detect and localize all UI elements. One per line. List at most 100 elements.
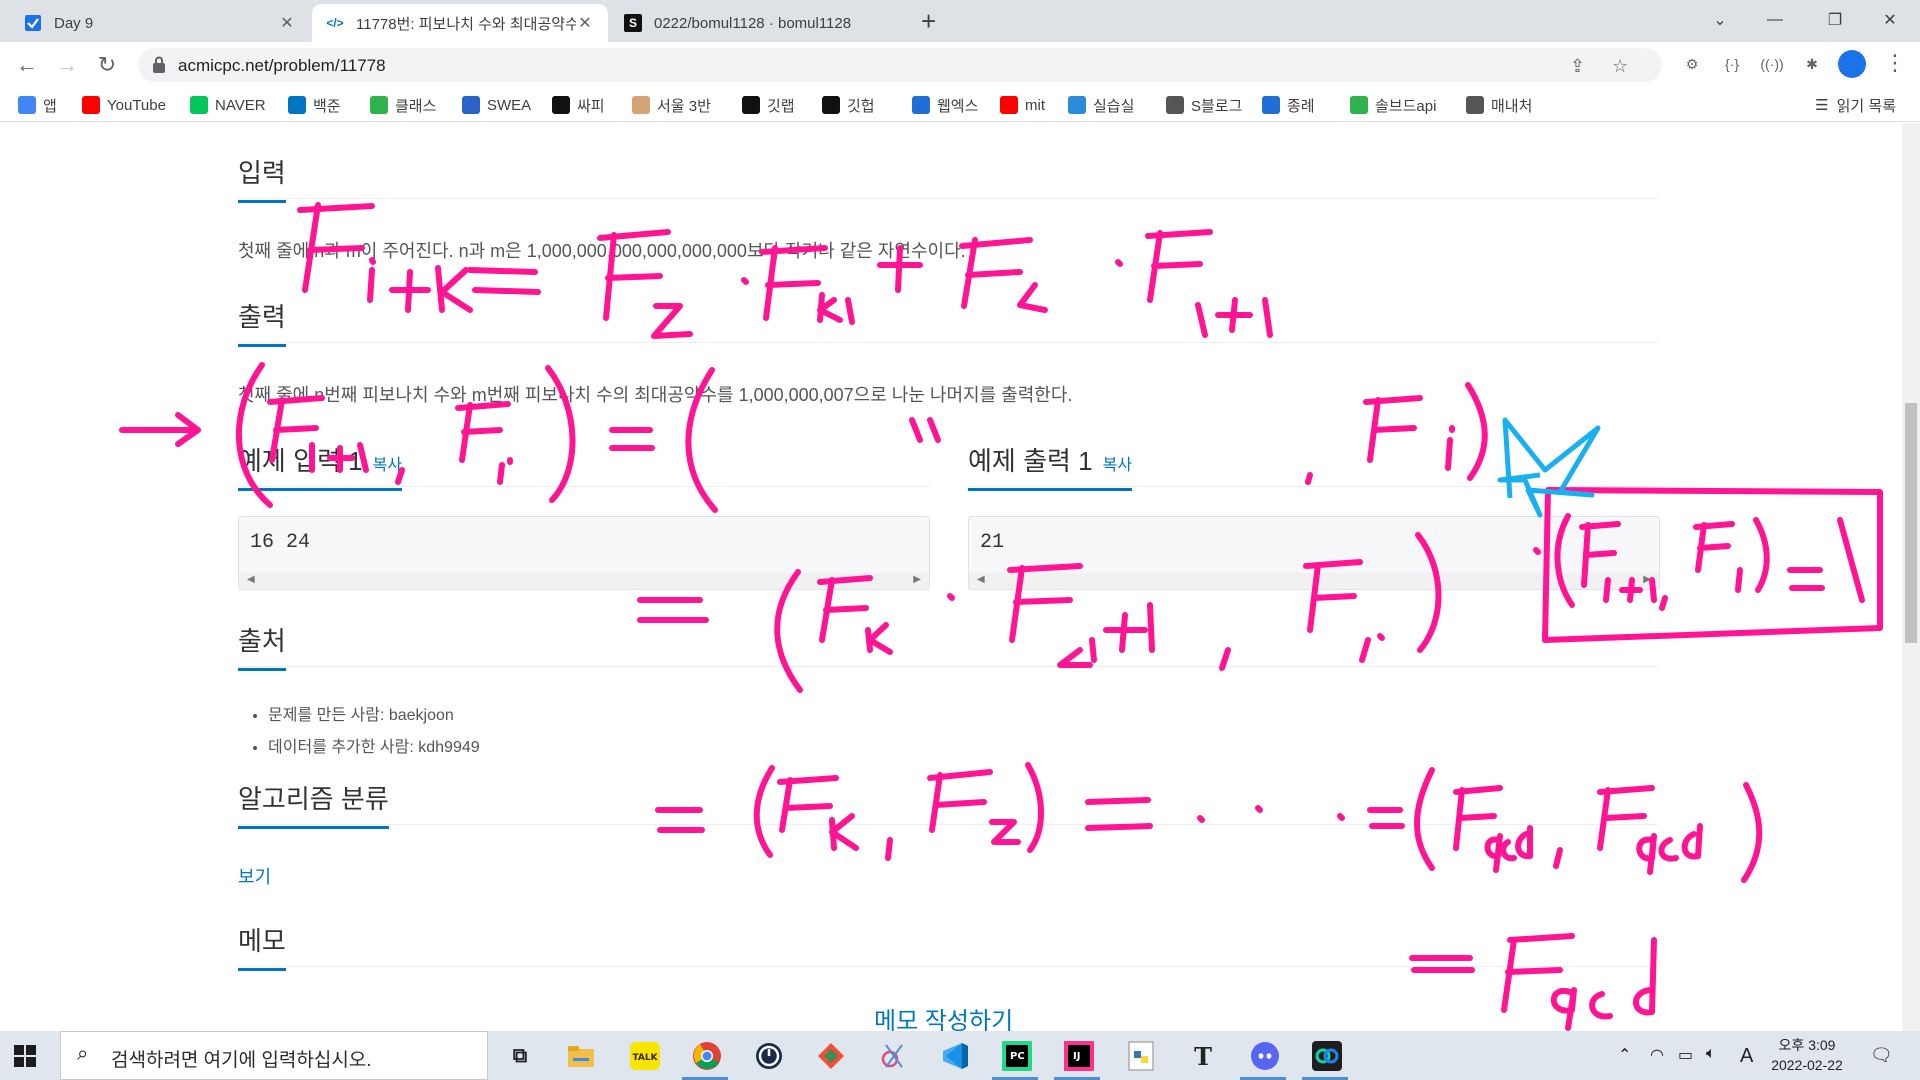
divider <box>968 486 1660 487</box>
typora-icon[interactable]: T <box>1186 1039 1220 1073</box>
bookmark-label: NAVER <box>215 96 266 114</box>
close-icon[interactable]: ✕ <box>278 13 296 33</box>
intellij-icon[interactable]: IJ <box>1062 1039 1096 1073</box>
bookmark-item[interactable]: 웹엑스 <box>912 94 978 116</box>
horizontal-scrollbar[interactable]: ◀ ▶ <box>969 573 1659 589</box>
bookmark-item[interactable]: 백준 <box>288 94 341 116</box>
chrome-icon[interactable] <box>690 1039 724 1073</box>
snipping-tool-icon[interactable] <box>876 1039 910 1073</box>
extension-braces-icon[interactable]: {·} <box>1720 52 1744 76</box>
gitlab-icon: S <box>624 14 642 32</box>
clock-app-icon[interactable] <box>752 1039 786 1073</box>
windows-start-icon[interactable] <box>14 1045 36 1067</box>
scroll-right-icon[interactable]: ▶ <box>1643 574 1651 585</box>
bookmark-item[interactable]: S블로그 <box>1166 94 1242 116</box>
ssafy-icon <box>552 96 570 114</box>
ime-indicator[interactable]: A <box>1740 1045 1753 1068</box>
bookmark-item[interactable]: 앱 <box>18 94 57 116</box>
baekjoon-icon: </> <box>326 16 344 30</box>
bookmark-item[interactable]: 깃랩 <box>742 94 795 116</box>
file-explorer-icon[interactable] <box>564 1039 598 1073</box>
bookmark-label: 솔브드api <box>1375 97 1437 115</box>
bookmark-item[interactable]: 종례 <box>1262 94 1315 116</box>
avatar[interactable] <box>1838 50 1866 78</box>
youtube-icon <box>1000 96 1018 114</box>
vertical-scrollbar[interactable] <box>1902 123 1920 1031</box>
copy-output-button[interactable]: 복사 <box>1103 451 1132 475</box>
scroll-left-icon[interactable]: ◀ <box>977 574 985 585</box>
bookmark-label: SWEA <box>487 96 532 114</box>
svg-text:TALK: TALK <box>632 1053 658 1063</box>
kakaotalk-icon[interactable]: TALK <box>628 1039 662 1073</box>
bookmark-item[interactable]: 솔브드api <box>1350 94 1436 116</box>
tab-search-icon[interactable]: ⌄ <box>1690 0 1750 40</box>
scrollbar-thumb[interactable] <box>1905 403 1917 643</box>
webex-icon <box>912 96 930 114</box>
horizontal-scrollbar[interactable]: ◀ ▶ <box>239 573 929 589</box>
notification-icon[interactable]: 🗨︎ <box>1870 1045 1893 1066</box>
vscode-icon[interactable] <box>938 1039 972 1073</box>
puzzle-icon[interactable]: ✱ <box>1800 52 1824 76</box>
apps-grid-icon <box>18 96 36 114</box>
bookmark-label: S블로그 <box>1191 97 1243 115</box>
sample-output-text: 21 <box>980 531 1005 554</box>
sample-output-box[interactable]: 21 ◀ ▶ <box>968 516 1660 590</box>
copy-input-button[interactable]: 복사 <box>373 451 402 475</box>
bookmark-item[interactable]: 싸피 <box>552 94 605 116</box>
task-view-icon[interactable]: ⧉ <box>503 1039 537 1073</box>
new-tab-button[interactable]: + <box>921 6 936 37</box>
bookmark-item[interactable]: NAVER <box>190 94 266 116</box>
sample-input-text: 16 24 <box>250 531 311 554</box>
extension-gear-icon[interactable]: ⚙ <box>1680 52 1704 76</box>
chevron-up-icon[interactable]: ⌃ <box>1618 1045 1631 1065</box>
tab-title: 0222/bomul1128 · bomul1128 <box>654 14 852 32</box>
pycharm-icon[interactable]: PC <box>1000 1039 1034 1073</box>
bookmark-label: mit <box>1025 96 1045 114</box>
extension-signal-icon[interactable]: ((·)) <box>1760 52 1784 76</box>
sourcetree-icon[interactable] <box>814 1039 848 1073</box>
close-icon[interactable]: ✕ <box>576 13 594 33</box>
discord-icon[interactable] <box>1248 1039 1282 1073</box>
forward-icon[interactable]: → <box>52 50 82 80</box>
menu-icon[interactable]: ⋮ <box>1884 50 1906 76</box>
naver-icon <box>190 96 208 114</box>
tab-github[interactable]: S 0222/bomul1128 · bomul1128 <box>610 4 910 42</box>
input-heading: 입력 <box>238 153 286 203</box>
svg-text:PC: PC <box>1010 1051 1025 1062</box>
system-clock[interactable]: 오후 3:09 2022-02-22 <box>1765 1035 1849 1075</box>
tab-problem[interactable]: </> 11778번: 피보나치 수와 최대공약수 ✕ <box>312 4 608 42</box>
sample-input-box[interactable]: 16 24 ◀ ▶ <box>238 516 930 590</box>
share-icon[interactable]: ⇪ <box>1570 56 1585 77</box>
bookmark-item[interactable]: 깃헙 <box>822 94 875 116</box>
battery-icon[interactable]: ▭ <box>1678 1045 1693 1065</box>
search-placeholder: 검색하려면 여기에 입력하십시오. <box>111 1050 372 1071</box>
bookmark-item[interactable]: 클래스 <box>370 94 436 116</box>
restore-button[interactable]: ❐ <box>1805 0 1865 40</box>
address-bar[interactable]: acmicpc.net/problem/11778 ⇪ ☆ <box>138 48 1662 82</box>
star-icon[interactable]: ☆ <box>1612 56 1628 77</box>
bookmark-item[interactable]: SWEA <box>462 94 531 116</box>
volume-icon[interactable]: 🔈︎ <box>1706 1045 1716 1063</box>
bookmark-item[interactable]: YouTube <box>82 94 166 116</box>
scroll-left-icon[interactable]: ◀ <box>247 574 255 585</box>
scroll-right-icon[interactable]: ▶ <box>913 574 921 585</box>
reading-list-button[interactable]: ☰ 읽기 목록 <box>1815 94 1896 116</box>
swea-icon <box>462 96 480 114</box>
reload-icon[interactable]: ↻ <box>92 50 122 80</box>
webex-app-icon[interactable] <box>1310 1039 1344 1073</box>
python-file-icon[interactable] <box>1124 1039 1158 1073</box>
bookmark-item[interactable]: 실습실 <box>1068 94 1134 116</box>
tab-day9[interactable]: Day 9 ✕ <box>10 4 310 42</box>
taskbar-search-input[interactable]: ⌕ 검색하려면 여기에 입력하십시오. <box>60 1031 488 1080</box>
bookmark-item[interactable]: mit <box>1000 94 1045 116</box>
bookmark-label: 깃헙 <box>847 97 875 115</box>
memo-write-link[interactable]: 메모 작성하기 <box>874 1001 1013 1031</box>
bookmark-item[interactable]: 매내처 <box>1466 94 1532 116</box>
back-icon[interactable]: ← <box>12 50 42 80</box>
algorithm-view-link[interactable]: 보기 <box>238 863 271 889</box>
close-window-button[interactable]: ✕ <box>1860 0 1920 40</box>
wifi-icon[interactable]: ◠ <box>1650 1045 1664 1065</box>
minimize-button[interactable]: — <box>1745 0 1805 40</box>
sample-output-title: 예제 출력 1 <box>968 446 1093 476</box>
bookmark-item[interactable]: 서울 3반 <box>632 94 711 116</box>
